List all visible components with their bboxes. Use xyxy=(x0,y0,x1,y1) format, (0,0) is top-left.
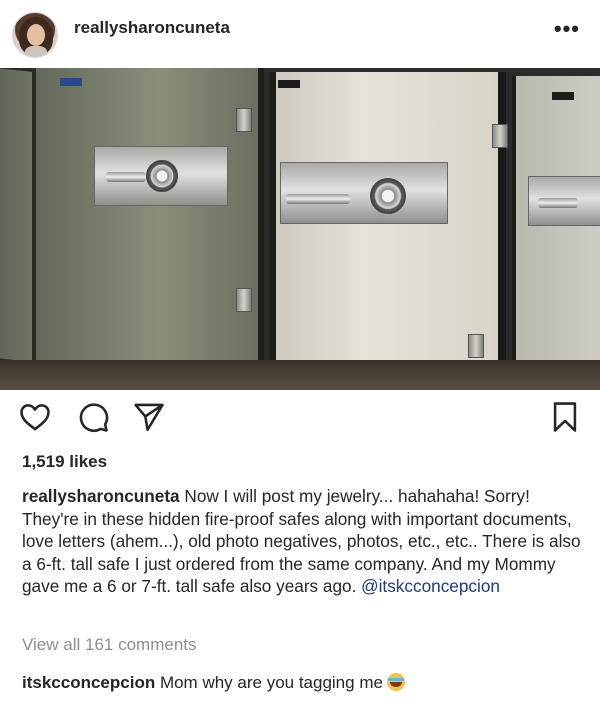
safe-middle xyxy=(32,68,264,368)
post-caption: reallysharoncuneta Now I will post my je… xyxy=(22,485,587,598)
more-options-icon[interactable]: ••• xyxy=(554,16,580,42)
action-bar xyxy=(0,390,600,442)
avatar-neck xyxy=(25,46,47,57)
safe-plate xyxy=(280,162,448,224)
safe-hinge xyxy=(492,124,508,148)
caption-username[interactable]: reallysharoncuneta xyxy=(22,486,180,506)
safe-dial xyxy=(370,178,406,214)
comment-icon[interactable] xyxy=(76,400,110,434)
safe-hinge xyxy=(468,334,484,358)
safe-hinge xyxy=(236,288,252,312)
safe-badge xyxy=(278,80,300,88)
post-header: reallysharoncuneta ••• xyxy=(0,0,600,68)
share-icon[interactable] xyxy=(132,400,166,434)
post-photo[interactable] xyxy=(0,68,600,390)
comment-username[interactable]: itskcconcepcion xyxy=(22,673,155,692)
post-username[interactable]: reallysharoncuneta xyxy=(74,18,230,38)
avatar[interactable] xyxy=(12,12,58,58)
likes-count[interactable]: 1,519 likes xyxy=(22,452,107,472)
safe-dial xyxy=(146,160,178,192)
safe-handle xyxy=(286,194,350,204)
caption-mention[interactable]: @itskcconcepcion xyxy=(361,576,500,596)
avatar-face xyxy=(27,24,45,46)
comment-item: itskcconcepcion Mom why are you tagging … xyxy=(22,673,405,693)
floor xyxy=(0,360,600,390)
bookmark-icon[interactable] xyxy=(548,400,582,434)
tears-of-joy-emoji-icon xyxy=(386,673,405,691)
safe-handle xyxy=(106,172,146,182)
comment-text: Mom why are you tagging me xyxy=(155,673,383,692)
view-all-comments-link[interactable]: View all 161 comments xyxy=(22,635,197,655)
safe-badge xyxy=(552,92,574,100)
safe-right xyxy=(512,76,600,376)
heart-icon[interactable] xyxy=(18,400,52,434)
safe-hinge xyxy=(236,108,252,132)
safe-handle xyxy=(538,198,578,208)
safe-badge xyxy=(60,78,82,86)
safe-main xyxy=(270,72,508,382)
